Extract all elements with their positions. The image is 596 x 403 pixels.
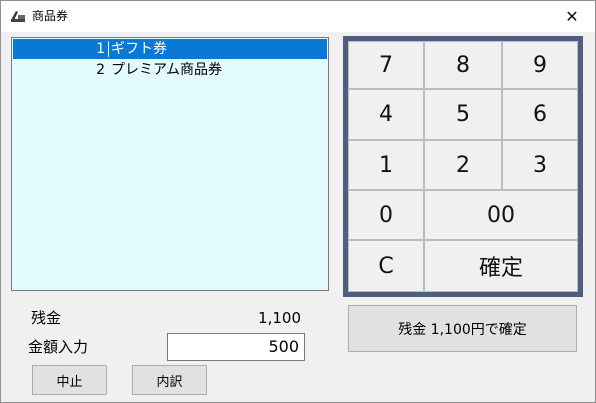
numeric-keypad: 7 8 9 4 5 6 1 2 3 0 00 C 確定 xyxy=(343,36,583,297)
list-item[interactable]: 1 ギフト券 xyxy=(13,39,327,59)
amount-input[interactable]: 500 xyxy=(167,333,305,361)
close-button[interactable]: ✕ xyxy=(549,1,595,32)
voucher-list[interactable]: 1 ギフト券 2 プレミアム商品券 xyxy=(11,37,329,291)
key-1[interactable]: 1 xyxy=(348,140,424,190)
amount-label: 金額入力 xyxy=(28,338,89,356)
cancel-button[interactable]: 中止 xyxy=(32,365,107,395)
key-00[interactable]: 00 xyxy=(424,190,578,240)
balance-value: 1,100 xyxy=(258,309,301,327)
key-6[interactable]: 6 xyxy=(502,89,578,140)
key-7[interactable]: 7 xyxy=(348,41,424,89)
gift-voucher-dialog: 商品券 ✕ 1 ギフト券 2 プレミアム商品券 7 8 9 4 5 6 1 2 … xyxy=(0,0,596,403)
key-0[interactable]: 0 xyxy=(348,190,424,240)
key-2[interactable]: 2 xyxy=(424,140,502,190)
key-3[interactable]: 3 xyxy=(502,140,578,190)
close-icon: ✕ xyxy=(565,7,579,26)
list-item-label: ギフト券 xyxy=(111,41,167,57)
details-button[interactable]: 内訳 xyxy=(132,365,207,395)
list-item[interactable]: 2 プレミアム商品券 xyxy=(13,60,327,80)
focus-caret xyxy=(108,41,109,57)
key-enter[interactable]: 確定 xyxy=(424,240,578,292)
key-clear[interactable]: C xyxy=(348,240,424,292)
register-icon xyxy=(11,11,25,22)
balance-label: 残金 xyxy=(31,309,62,327)
window-title: 商品券 xyxy=(32,9,69,23)
confirm-balance-button[interactable]: 残金 1,100円で確定 xyxy=(348,305,577,352)
list-item-number: 2 xyxy=(96,62,105,78)
list-item-label: プレミアム商品券 xyxy=(111,62,223,78)
key-9[interactable]: 9 xyxy=(502,41,578,89)
key-4[interactable]: 4 xyxy=(348,89,424,140)
list-item-number: 1 xyxy=(96,41,105,57)
key-5[interactable]: 5 xyxy=(424,89,502,140)
key-8[interactable]: 8 xyxy=(424,41,502,89)
title-bar: 商品券 ✕ xyxy=(1,1,595,32)
